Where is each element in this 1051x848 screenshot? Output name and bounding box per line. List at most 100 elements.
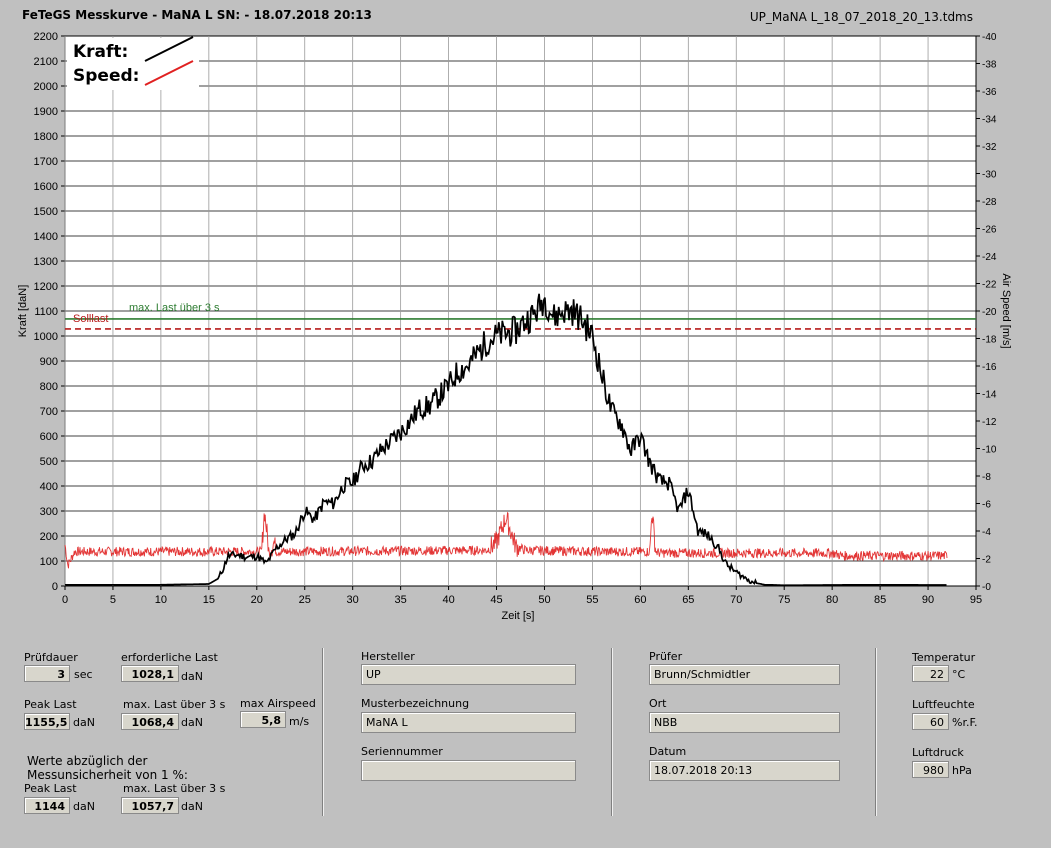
temperatur-label: Temperatur [912,651,976,664]
y-tick-label-left: 1700 [34,156,58,168]
y-tick-label-left: 800 [40,381,58,393]
y-tick-label-right: -36 [982,87,997,98]
y-tick-label-right: -8 [982,472,991,483]
y-tick-label-left: 2000 [34,81,58,93]
peak-last-corr-label: Peak Last [24,782,77,795]
y-tick-label-right: -40 [982,32,997,43]
ort-label: Ort [649,697,667,710]
max-last-corr-label: max. Last über 3 s [123,782,226,795]
panel-divider [875,648,877,816]
y-tick-label-right: -34 [982,115,997,126]
luftdruck-unit: hPa [952,764,972,777]
y-tick-label-left: 0 [52,581,58,593]
y-tick-label-left: 400 [40,481,58,493]
x-tick-label: 50 [538,594,550,606]
panel-divider [611,648,613,816]
x-tick-label: 90 [922,594,934,606]
y-tick-label-right: -6 [982,500,991,511]
y-tick-label-left: 1600 [34,181,58,193]
hersteller-field[interactable]: UP [361,664,576,685]
seriennummer-field[interactable] [361,760,576,781]
max-airspeed-value: 5,8 [240,711,286,728]
y-tick-label-left: 2200 [34,31,58,43]
x-tick-label: 80 [826,594,838,606]
peak-last-label: Peak Last [24,698,77,711]
pruefdauer-unit: sec [74,668,93,681]
max-airspeed-label: max Airspeed [240,697,316,710]
peak-last-unit: daN [73,716,95,729]
luftfeuchte-unit: %r.F. [952,716,978,729]
y-tick-label-right: -20 [982,307,997,318]
reference-line-label: max. Last über 3 s [129,302,220,314]
y-tick-label-left: 700 [40,406,58,418]
y-tick-label-right: -14 [982,390,997,401]
y-tick-label-right: -28 [982,197,997,208]
y-tick-label-right: -26 [982,225,997,236]
uncertainty-note-line2: Messunsicherheit von 1 %: [27,768,188,782]
max-last-corr-unit: daN [181,800,203,813]
pruefdauer-label: Prüfdauer [24,651,78,664]
x-tick-label: 70 [730,594,742,606]
y-axis-label-right: Air Speed [m/s] [1000,273,1012,348]
ort-field[interactable]: NBB [649,712,840,733]
x-tick-label: 25 [299,594,311,606]
luftfeuchte-value: 60 [912,713,949,730]
max-last-label: max. Last über 3 s [123,698,226,711]
y-tick-label-right: -16 [982,362,997,373]
x-tick-label: 45 [490,594,502,606]
x-tick-label: 20 [251,594,263,606]
x-tick-label: 40 [442,594,454,606]
y-tick-label-right: -2 [982,555,991,566]
luftdruck-value: 980 [912,761,949,778]
reference-line-label: Solllast [73,313,108,325]
y-tick-label-left: 300 [40,506,58,518]
erforderliche-last-label: erforderliche Last [121,651,218,664]
peak-last-corr-unit: daN [73,800,95,813]
legend-label-kraft: Kraft: [73,42,128,62]
y-tick-label-right: -10 [982,445,997,456]
x-tick-label: 5 [110,594,116,606]
y-tick-label-left: 1400 [34,231,58,243]
y-tick-label-left: 1900 [34,106,58,118]
datum-label: Datum [649,745,687,758]
y-axis-label-left: Kraft [daN] [17,285,29,338]
datum-field[interactable]: 18.07.2018 20:13 [649,760,840,781]
temperatur-value: 22 [912,665,949,682]
x-tick-label: 0 [62,594,68,606]
y-tick-label-left: 1500 [34,206,58,218]
y-tick-label-left: 900 [40,356,58,368]
force-speed-chart: 0100200300400500600700800900100011001200… [17,31,1012,622]
y-tick-label-left: 200 [40,531,58,543]
uncertainty-note-line1: Werte abzüglich der [27,754,148,768]
musterbezeichnung-label: Musterbezeichnung [361,697,470,710]
pruefer-field[interactable]: Brunn/Schmidtler [649,664,840,685]
x-tick-label: 30 [347,594,359,606]
y-tick-label-right: -4 [982,527,991,538]
x-tick-label: 15 [203,594,215,606]
x-tick-label: 35 [395,594,407,606]
pruefer-label: Prüfer [649,650,683,663]
y-tick-label-left: 1800 [34,131,58,143]
x-tick-label: 65 [682,594,694,606]
y-tick-label-left: 1000 [34,331,58,343]
x-tick-label: 85 [874,594,886,606]
erforderliche-last-value: 1028,1 [121,665,179,682]
y-tick-label-right: -32 [982,142,997,153]
y-tick-label-right: -22 [982,280,997,291]
y-tick-label-left: 2100 [34,56,58,68]
erforderliche-last-unit: daN [181,670,203,683]
max-last-corr-value: 1057,7 [121,797,179,814]
y-tick-label-right: -38 [982,60,997,71]
y-tick-label-left: 600 [40,431,58,443]
y-tick-label-left: 100 [40,556,58,568]
musterbezeichnung-field[interactable]: MaNA L [361,712,576,733]
x-tick-label: 60 [634,594,646,606]
y-tick-label-right: -18 [982,335,997,346]
y-tick-label-right: -24 [982,252,997,263]
y-tick-label-right: -30 [982,170,997,181]
luftfeuchte-label: Luftfeuchte [912,698,975,711]
y-tick-label-left: 500 [40,456,58,468]
x-tick-label: 95 [970,594,982,606]
max-last-value: 1068,4 [121,713,179,730]
y-tick-label-left: 1200 [34,281,58,293]
